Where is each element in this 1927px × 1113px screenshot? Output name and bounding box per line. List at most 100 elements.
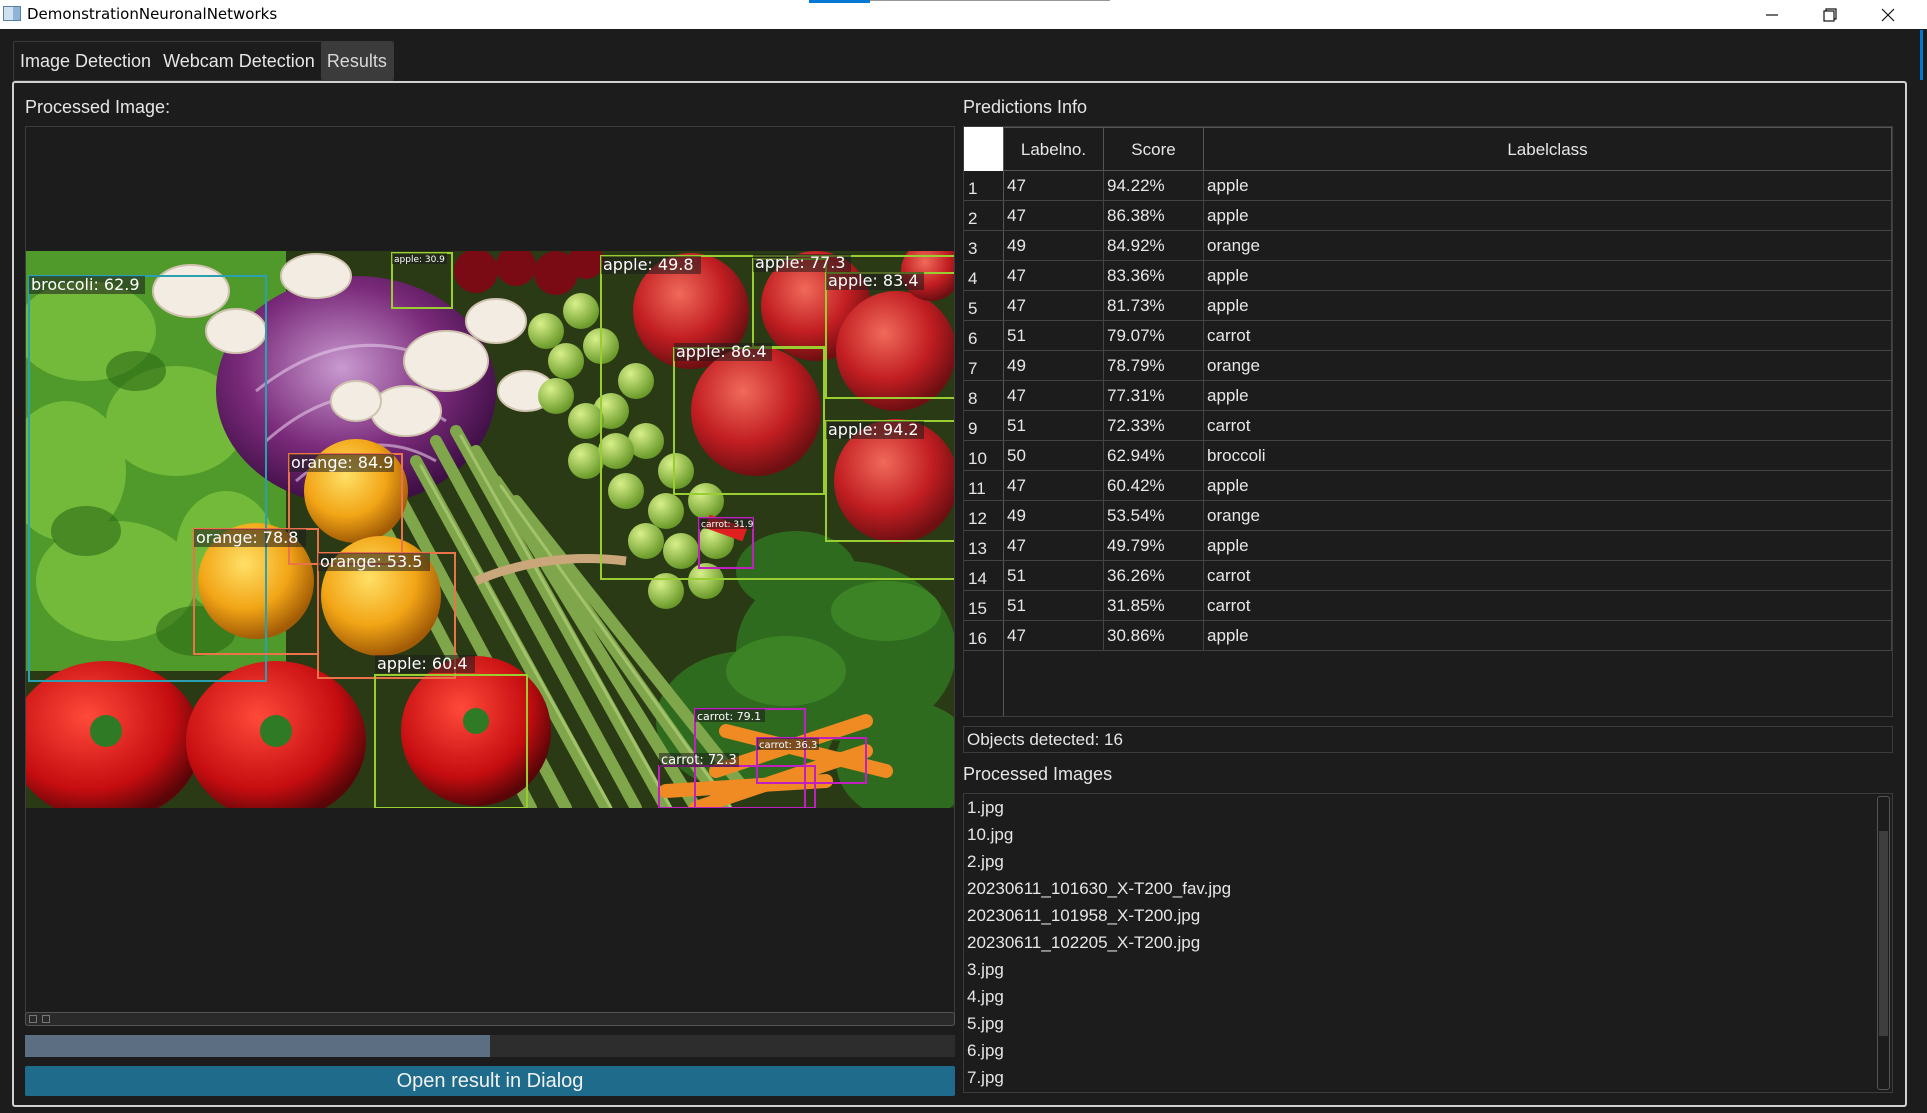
cell-labelclass: apple (1204, 531, 1892, 560)
table-row[interactable]: 2 47 86.38% apple (964, 201, 1892, 231)
scroll-right-arrow-icon[interactable] (42, 1015, 50, 1023)
list-item[interactable]: 20230611_101958_X-T200.jpg (964, 902, 1892, 929)
table-row[interactable]: 10 50 62.94% broccoli (964, 441, 1892, 471)
cell-labelclass: carrot (1204, 561, 1892, 590)
table-row[interactable]: 14 51 36.26% carrot (964, 561, 1892, 591)
cell-score: 60.42% (1104, 471, 1204, 500)
table-row[interactable]: 9 51 72.33% carrot (964, 411, 1892, 441)
cell-labelclass: orange (1204, 231, 1892, 260)
row-index[interactable]: 9 (964, 411, 1004, 440)
minimize-button[interactable] (1743, 0, 1801, 29)
scroll-accent (1920, 30, 1923, 80)
row-index[interactable]: 15 (964, 591, 1004, 620)
table-row[interactable]: 7 49 78.79% orange (964, 351, 1892, 381)
progress-bar (25, 1035, 955, 1057)
cell-score: 30.86% (1104, 621, 1204, 650)
row-index[interactable]: 14 (964, 561, 1004, 590)
tab-image-detection[interactable]: Image Detection (14, 42, 157, 80)
image-horizontal-scrollbar[interactable] (25, 1012, 955, 1026)
cell-labelno: 47 (1004, 621, 1104, 650)
cell-labelclass: apple (1204, 261, 1892, 290)
title-accent-line (870, 0, 1110, 1)
table-row[interactable]: 8 47 77.31% apple (964, 381, 1892, 411)
cell-labelno: 47 (1004, 261, 1104, 290)
detection-label: apple: 49.8 (603, 255, 694, 274)
cell-labelclass: carrot (1204, 411, 1892, 440)
row-index[interactable]: 11 (964, 471, 1004, 500)
table-row[interactable]: 12 49 53.54% orange (964, 501, 1892, 531)
scroll-left-arrow-icon[interactable] (29, 1015, 37, 1023)
file-list-scroll-thumb[interactable] (1879, 831, 1888, 1036)
tab-webcam-detection[interactable]: Webcam Detection (157, 42, 321, 80)
row-index[interactable]: 3 (964, 231, 1004, 260)
open-result-dialog-button[interactable]: Open result in Dialog (25, 1066, 955, 1096)
cell-labelno: 51 (1004, 321, 1104, 350)
column-header-score[interactable]: Score (1104, 127, 1204, 171)
table-row[interactable]: 4 47 83.36% apple (964, 261, 1892, 291)
row-index[interactable]: 13 (964, 531, 1004, 560)
table-row[interactable]: 3 49 84.92% orange (964, 231, 1892, 261)
window-title: DemonstrationNeuronalNetworks (27, 5, 278, 23)
tab-results[interactable]: Results (320, 42, 393, 80)
cell-labelclass: apple (1204, 621, 1892, 650)
list-item[interactable]: 7.jpg (964, 1064, 1892, 1091)
table-row[interactable]: 16 47 30.86% apple (964, 621, 1892, 651)
row-index[interactable]: 8 (964, 381, 1004, 410)
table-row[interactable]: 11 47 60.42% apple (964, 471, 1892, 501)
row-index[interactable]: 4 (964, 261, 1004, 290)
table-body: 1 47 94.22% apple 2 47 86.38% apple 3 49 84.92% ora… (964, 171, 1892, 651)
app-icon (3, 6, 21, 21)
table-row[interactable]: 15 51 31.85% carrot (964, 591, 1892, 621)
cell-score: 84.92% (1104, 231, 1204, 260)
cell-score: 53.54% (1104, 501, 1204, 530)
table-row[interactable]: 5 47 81.73% apple (964, 291, 1892, 321)
cell-score: 81.73% (1104, 291, 1204, 320)
list-item[interactable]: 20230611_102205_X-T200.jpg (964, 929, 1892, 956)
row-index[interactable]: 6 (964, 321, 1004, 350)
list-item[interactable]: 6.jpg (964, 1037, 1892, 1064)
cell-labelno: 47 (1004, 381, 1104, 410)
cell-labelno: 47 (1004, 291, 1104, 320)
predictions-info-title: Predictions Info (963, 97, 1088, 117)
cell-score: 72.33% (1104, 411, 1204, 440)
list-item[interactable]: 10.jpg (964, 821, 1892, 848)
cell-labelclass: apple (1204, 171, 1892, 200)
column-header-labelno[interactable]: Labelno. (1004, 127, 1104, 171)
list-item[interactable]: 1.jpg (964, 794, 1892, 821)
row-index[interactable]: 2 (964, 201, 1004, 230)
restore-button[interactable] (1801, 0, 1859, 29)
row-index[interactable]: 5 (964, 291, 1004, 320)
detection-label: orange: 84.9 (291, 453, 393, 472)
list-item[interactable]: 5.jpg (964, 1010, 1892, 1037)
row-index[interactable]: 7 (964, 351, 1004, 380)
close-icon (1881, 8, 1895, 21)
predictions-table[interactable]: Labelno. Score Labelclass 1 47 94.22% apple… (963, 126, 1893, 717)
close-button[interactable] (1859, 0, 1917, 29)
list-item[interactable]: 2.jpg (964, 848, 1892, 875)
row-index[interactable]: 10 (964, 441, 1004, 470)
cell-score: 36.26% (1104, 561, 1204, 590)
cell-score: 77.31% (1104, 381, 1204, 410)
detection-label: apple: 60.4 (377, 654, 468, 673)
processed-image-view[interactable]: broccoli: 62.9 apple: 30.9 apple: 49.8 a… (25, 126, 955, 1025)
cell-labelclass: apple (1204, 291, 1892, 320)
processed-images-list[interactable]: 1.jpg 10.jpg 2.jpg 20230611_101630_X-T200_f… (963, 793, 1893, 1093)
table-row[interactable]: 1 47 94.22% apple (964, 171, 1892, 201)
row-index[interactable]: 12 (964, 501, 1004, 530)
list-item[interactable]: 4.jpg (964, 983, 1892, 1010)
row-index[interactable]: 16 (964, 621, 1004, 650)
select-all-corner[interactable] (964, 127, 1004, 171)
table-row[interactable]: 6 51 79.07% carrot (964, 321, 1892, 351)
cell-labelno: 49 (1004, 231, 1104, 260)
minimize-icon (1766, 13, 1778, 16)
list-item[interactable]: 3.jpg (964, 956, 1892, 983)
detection-label: carrot: 79.1 (697, 710, 761, 723)
row-index[interactable]: 1 (964, 171, 1004, 200)
detection-label: carrot: 36.3 (759, 740, 817, 751)
table-header: Labelno. Score Labelclass (964, 127, 1892, 171)
list-item[interactable]: 20230611_101630_X-T200_fav.jpg (964, 875, 1892, 902)
file-list-scrollbar[interactable] (1877, 796, 1890, 1090)
cell-score: 83.36% (1104, 261, 1204, 290)
column-header-labelclass[interactable]: Labelclass (1204, 127, 1892, 171)
table-row[interactable]: 13 47 49.79% apple (964, 531, 1892, 561)
